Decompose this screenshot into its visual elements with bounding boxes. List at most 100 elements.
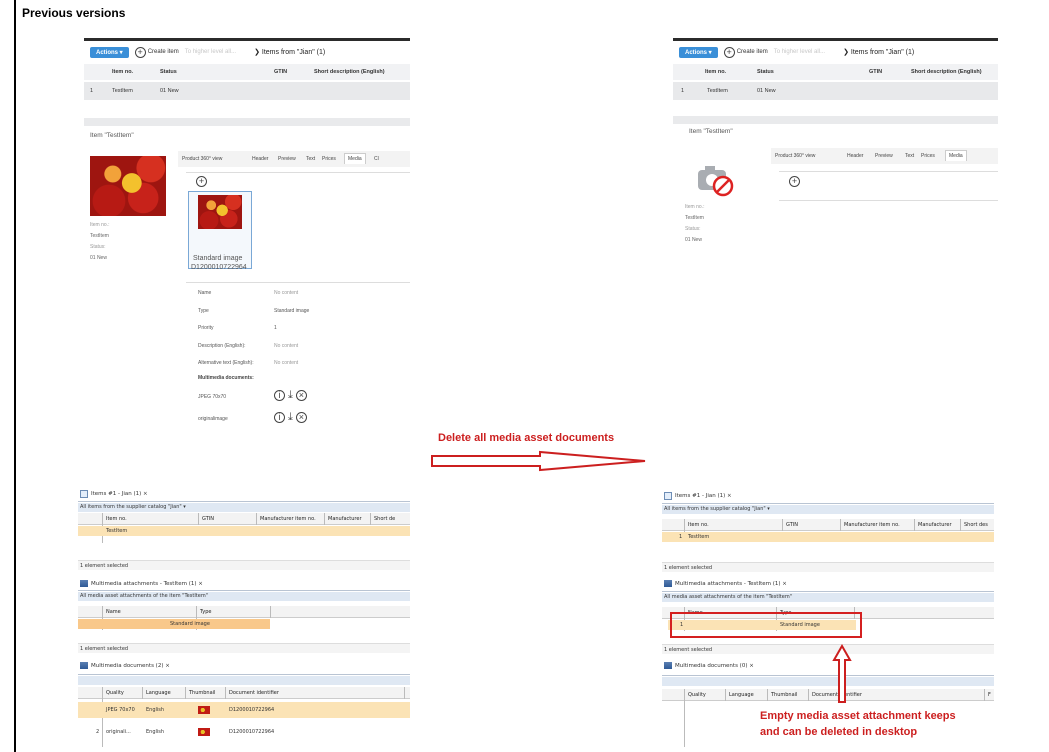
col-manufacturer[interactable]: Manufacturer [328,516,362,522]
breadcrumb[interactable]: ❯ Items from "Jian" (1) [843,48,914,56]
multimedia-documents-tab-label: Multimedia documents (0) ⨯ [675,662,754,669]
col-manufacturer-item-no[interactable]: Manufacturer item no. [844,522,900,528]
col-short-description[interactable]: Short description (English) [911,69,982,75]
table-row[interactable]: 1 TestItem 01 New [84,82,410,100]
column-separator [270,606,271,618]
items-tab[interactable]: Items #1 - Jian (1) ⨯ [664,492,732,500]
tab-product-360[interactable]: Product 360° view [182,156,222,162]
items-filter[interactable]: All items from the supplier catalog "Jia… [662,505,994,514]
download-icon[interactable]: ⤓ [288,412,293,423]
col-gtin[interactable]: GTIN [869,69,882,75]
column-separator [198,513,199,525]
field-label-type: Type [198,308,209,314]
col-item-no[interactable]: Item no. [106,516,127,522]
multimedia-attachments-tab[interactable]: Multimedia attachments - TestItem (1) ⨯ [80,580,203,587]
tab-preview[interactable]: Preview [278,156,296,162]
delete-icon[interactable]: × [295,390,307,401]
col-manufacturer[interactable]: Manufacturer [918,522,952,528]
col-format[interactable]: F [988,692,991,698]
col-status[interactable]: Status [757,69,774,75]
create-item-button[interactable]: + Create item [723,46,768,58]
col-quality[interactable]: Quality [106,690,124,696]
add-media-icon[interactable]: + [196,176,207,187]
col-short-description[interactable]: Short de [374,516,395,522]
tab-prices[interactable]: Prices [322,156,336,162]
row-item-no: TestItem [112,88,133,94]
col-document-identifier[interactable]: Document identifier [229,690,279,696]
media-card[interactable]: Standard image D1200010722964 [188,191,252,271]
add-media-icon[interactable]: + [789,176,800,187]
multimedia-attachments-tab[interactable]: Multimedia attachments - TestItem (1) ⨯ [664,580,787,587]
page-title: Previous versions [22,6,126,20]
col-language[interactable]: Language [146,690,171,696]
col-item-no[interactable]: Item no. [705,69,726,75]
to-higher-level-button[interactable]: To higher level all... [774,49,825,55]
col-item-no[interactable]: Item no. [112,69,133,75]
column-separator [782,519,783,531]
col-short-description[interactable]: Short description (English) [314,69,385,75]
col-status[interactable]: Status [160,69,177,75]
col-type[interactable]: Type [200,609,211,615]
field-value-priority: 1 [274,325,277,331]
tab-product-360[interactable]: Product 360° view [775,153,815,159]
tab-media[interactable]: Media [344,153,366,164]
table-row[interactable]: Standard image [78,619,270,629]
table-row[interactable]: TestItem [78,526,410,536]
table-row[interactable]: 2 originali... English D1200010722964 [78,724,410,740]
row-item-no: TestItem [106,528,128,534]
tab-header[interactable]: Header [252,156,268,162]
items-tab-label: Items #1 - Jian (1) ⨯ [91,491,148,497]
info-icon[interactable]: i [274,412,285,423]
to-higher-level-button[interactable]: To higher level all... [185,49,236,55]
status-bar: 1 element selected [78,643,410,653]
row-index: 2 [96,729,100,735]
field-label-alt-text: Alternative text (English): [198,360,254,366]
right-arrow-icon [431,450,646,472]
tab-classification[interactable]: Cl [374,156,379,162]
download-icon[interactable]: ⤓ [288,390,293,401]
row-thumbnail [198,728,210,736]
field-label-priority: Priority [198,325,214,331]
multimedia-documents-tab[interactable]: Multimedia documents (0) ⨯ [664,662,754,669]
col-gtin[interactable]: GTIN [786,522,798,528]
col-gtin[interactable]: GTIN [274,69,287,75]
column-separator [370,513,371,525]
tab-preview[interactable]: Preview [875,153,893,159]
info-icon[interactable]: i [274,390,285,401]
items-table-header: Item no. Status GTIN Short description (… [84,64,410,80]
table-row[interactable]: 1 TestItem [662,532,994,542]
plus-circle-icon: + [723,46,735,58]
tab-media[interactable]: Media [945,150,967,161]
top-bar [84,38,410,41]
actions-button[interactable]: Actions ▾ [679,46,718,58]
attachments-table-header: Name Type [78,606,410,618]
actions-button[interactable]: Actions ▾ [90,46,129,58]
breadcrumb[interactable]: ❯ Items from "Jian" (1) [254,48,325,56]
col-manufacturer-item-no[interactable]: Manufacturer item no. [260,516,316,522]
col-gtin[interactable]: GTIN [202,516,214,522]
multimedia-documents-tab[interactable]: Multimedia documents (2) ⨯ [80,662,170,669]
delete-icon[interactable]: × [295,412,307,423]
table-row[interactable]: 1 TestItem 01 New [673,82,998,100]
col-name[interactable]: Name [106,609,121,615]
tab-text[interactable]: Text [306,156,315,162]
items-tab[interactable]: Items #1 - Jian (1) ⨯ [80,490,148,498]
column-separator [324,513,325,525]
items-filter[interactable]: All items from the supplier catalog "Jia… [78,503,410,512]
col-quality[interactable]: Quality [688,692,706,698]
col-thumbnail[interactable]: Thumbnail [771,692,797,698]
tab-prices[interactable]: Prices [921,153,935,159]
meta-label-item-no: Item no.: [90,222,110,228]
col-item-no[interactable]: Item no. [688,522,709,528]
tab-text[interactable]: Text [905,153,914,159]
media-card-label: Standard image [193,255,243,262]
create-item-button[interactable]: + Create item [134,46,179,58]
tab-underline [78,590,410,591]
col-short-description[interactable]: Short des [964,522,988,528]
col-thumbnail[interactable]: Thumbnail [189,690,215,696]
tab-header[interactable]: Header [847,153,863,159]
status-bar: 1 element selected [662,562,994,572]
col-language[interactable]: Language [729,692,754,698]
row-language: English [146,707,165,713]
table-row[interactable]: JPEG 70x70 English D1200010722964 [78,702,410,718]
